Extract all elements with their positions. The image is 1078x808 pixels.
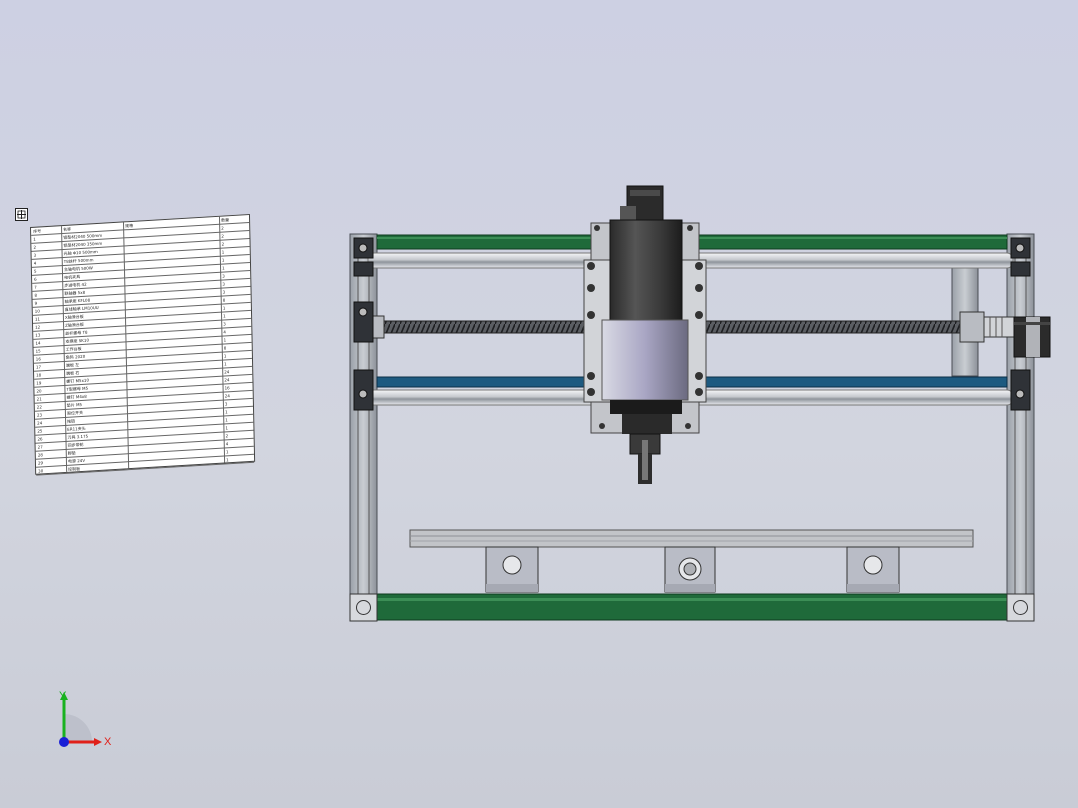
shaft-coupler <box>983 316 1015 338</box>
table-support-blocks <box>485 546 900 593</box>
cad-viewport[interactable]: 序号 名称 规格 数量 1 铝型材2040 500mm 2 2 铝型材2040 350mm 2 3 光… <box>0 0 1078 808</box>
table-move-handle-icon[interactable] <box>15 208 28 221</box>
work-table <box>409 529 974 548</box>
z-axis-stepper-motor <box>620 185 664 223</box>
coordinate-triad: Y X <box>59 690 112 748</box>
bill-of-materials-table[interactable]: 序号 名称 规格 数量 1 铝型材2040 500mm 2 2 铝型材2040 350mm 2 3 光… <box>30 213 256 476</box>
bom-cell-no: 30 <box>38 468 44 474</box>
x-axis-stepper-motor <box>1013 316 1051 358</box>
screw-end-bearing-right <box>959 311 985 343</box>
right-frame-post <box>1006 233 1035 621</box>
bottom-green-rail <box>376 593 1008 621</box>
spindle-motor <box>601 219 689 484</box>
x-axis-label: X <box>104 736 112 748</box>
cnc-router-model[interactable] <box>340 180 1060 630</box>
left-frame-post <box>349 233 378 621</box>
y-axis-label: Y <box>59 690 67 702</box>
bom-cell-qty: 1 <box>226 457 229 463</box>
screw-end-bearing-left <box>371 315 385 339</box>
